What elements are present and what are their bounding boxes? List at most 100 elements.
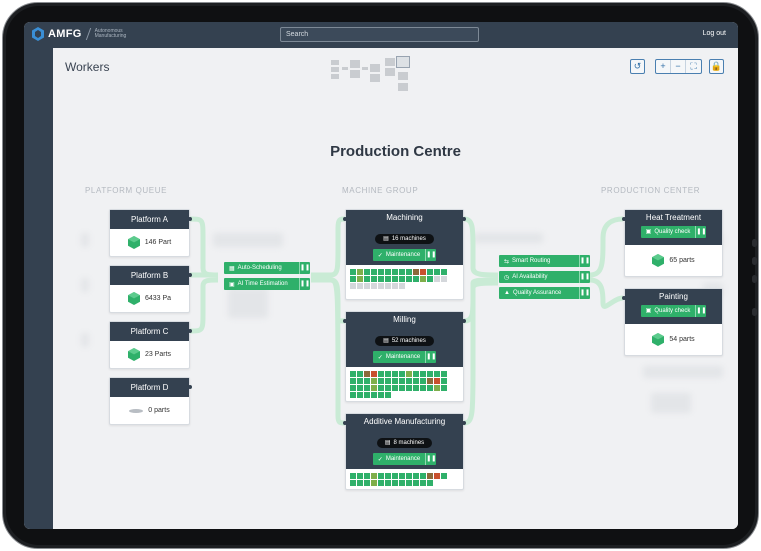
shield-icon: ▲ xyxy=(504,290,510,296)
machine-status-cell xyxy=(357,378,363,384)
machine-status-grid xyxy=(346,469,456,490)
machine-status-cell xyxy=(357,269,363,275)
platform-parts: 23 Parts xyxy=(144,351,172,358)
machine-status-cell xyxy=(357,480,363,486)
side-button xyxy=(752,275,757,283)
ai-time-estimation-button[interactable]: ▣ AI Time Estimation ❚❚ xyxy=(224,278,310,290)
side-button xyxy=(752,257,757,265)
production-center-header: Painting ▣ Quality check ❚❚ xyxy=(625,289,722,324)
brand-logo[interactable]: AMFG Autonomous Manufacturing xyxy=(32,27,135,41)
pause-icon[interactable]: ❚❚ xyxy=(579,271,590,283)
empty-part-icon xyxy=(129,408,144,413)
search-input[interactable]: Search xyxy=(280,27,479,42)
machine-status-cell xyxy=(350,283,356,289)
robot-icon: ▣ xyxy=(229,281,235,288)
machine-status-cell xyxy=(385,480,391,486)
production-center-card[interactable]: Painting ▣ Quality check ❚❚ 54 parts xyxy=(624,288,723,356)
machine-status-cell xyxy=(399,385,405,391)
machine-status-cell xyxy=(399,378,405,384)
machine-group-title: Machining xyxy=(386,213,423,222)
pause-icon[interactable]: ❚❚ xyxy=(425,249,436,261)
machine-icon: ▤ xyxy=(384,440,391,446)
machine-status-cell xyxy=(371,378,377,384)
ai-availability-button[interactable]: ◷ AI Availability ❚❚ xyxy=(499,271,590,283)
maintenance-button[interactable]: ✓ Maintenance ❚❚ xyxy=(372,453,436,465)
maintenance-button[interactable]: ✓ Maintenance ❚❚ xyxy=(372,249,436,261)
brand-tagline: Autonomous Manufacturing xyxy=(94,27,127,39)
action-label: Maintenance xyxy=(385,252,421,258)
machine-status-cell xyxy=(420,385,426,391)
machine-icon: ▤ xyxy=(383,338,389,344)
machine-status-cell xyxy=(413,276,419,282)
smart-routing-button[interactable]: ⇆ Smart Routing ❚❚ xyxy=(499,255,590,267)
platform-card-title: Platform B xyxy=(110,266,189,285)
machine-status-cell xyxy=(413,269,419,275)
platform-card[interactable]: Platform D 0 parts xyxy=(109,377,190,425)
machine-status-cell xyxy=(399,473,405,479)
wrench-icon: ✓ xyxy=(377,354,383,361)
machine-status-cell xyxy=(392,473,398,479)
machine-status-cell xyxy=(357,392,363,398)
quality-assurance-button[interactable]: ▲ Quality Assurance ❚❚ xyxy=(499,287,590,299)
pause-icon[interactable]: ❚❚ xyxy=(695,305,706,317)
machine-count-badge: ▤ 52 machines xyxy=(375,335,434,346)
quality-check-button[interactable]: ▣ Quality check ❚❚ xyxy=(640,305,706,317)
pause-icon[interactable]: ❚❚ xyxy=(579,287,590,299)
part-icon xyxy=(652,333,665,346)
action-label: Maintenance xyxy=(385,354,421,360)
machine-group-title: Milling xyxy=(393,315,416,324)
auto-scheduling-button[interactable]: ▦ Auto-Scheduling ❚❚ xyxy=(224,262,310,274)
wrench-icon: ✓ xyxy=(377,252,383,259)
machine-status-cell xyxy=(371,480,377,486)
machine-icon: ▤ xyxy=(383,236,389,242)
pause-icon[interactable]: ❚❚ xyxy=(695,226,706,238)
machine-status-cell xyxy=(406,473,412,479)
machine-status-cell xyxy=(364,276,370,282)
production-center-parts: 65 parts xyxy=(669,257,695,264)
machine-group-card[interactable]: Machining ▤ 16 machines ✓ Maintenance ❚❚ xyxy=(345,209,464,300)
pause-icon[interactable]: ❚❚ xyxy=(579,255,590,267)
box-icon: ▣ xyxy=(645,308,652,314)
sidebar xyxy=(24,48,53,529)
machine-status-cell xyxy=(371,385,377,391)
machine-status-cell xyxy=(364,392,370,398)
logout-link[interactable]: Log out xyxy=(703,30,726,37)
machine-status-cell xyxy=(392,276,398,282)
machine-status-cell xyxy=(420,378,426,384)
machine-status-cell xyxy=(350,378,356,384)
machine-group-card[interactable]: Milling ▤ 52 machines ✓ Maintenance ❚❚ xyxy=(345,311,464,402)
platform-card[interactable]: Platform C 23 Parts xyxy=(109,321,190,369)
maintenance-button[interactable]: ✓ Maintenance ❚❚ xyxy=(372,351,436,363)
machine-status-cell xyxy=(413,473,419,479)
pause-icon[interactable]: ❚❚ xyxy=(425,453,436,465)
machine-status-cell xyxy=(399,276,405,282)
app-screen: AMFG Autonomous Manufacturing Search Log… xyxy=(24,22,738,529)
machine-group-card[interactable]: Additive Manufacturing ▤ 8 machines ✓ Main… xyxy=(345,413,464,490)
machine-status-cell xyxy=(378,480,384,486)
machine-status-cell xyxy=(420,480,426,486)
action-label: AI Availability xyxy=(512,274,548,280)
machine-group-title: Additive Manufacturing xyxy=(363,417,446,426)
quality-check-button[interactable]: ▣ Quality check ❚❚ xyxy=(640,226,706,238)
pause-icon[interactable]: ❚❚ xyxy=(299,278,310,290)
machine-status-cell xyxy=(413,371,419,377)
platform-card[interactable]: Platform B 6433 Pa xyxy=(109,265,190,313)
machine-status-cell xyxy=(350,392,356,398)
platform-card[interactable]: Platform A 146 Part xyxy=(109,209,190,257)
machine-status-cell xyxy=(420,269,426,275)
pause-icon[interactable]: ❚❚ xyxy=(299,262,310,274)
production-center-card[interactable]: Heat Treatment ▣ Quality check ❚❚ 65 parts xyxy=(624,209,723,277)
machine-count-badge: ▤ 8 machines xyxy=(376,437,433,448)
brand-divider xyxy=(85,28,91,40)
machine-status-cell xyxy=(350,276,356,282)
machine-status-cell xyxy=(420,473,426,479)
pause-icon[interactable]: ❚❚ xyxy=(425,351,436,363)
machine-status-cell xyxy=(420,276,426,282)
machine-status-cell xyxy=(378,392,384,398)
machine-status-cell xyxy=(357,473,363,479)
machine-status-cell xyxy=(406,269,412,275)
side-button xyxy=(752,308,757,316)
machine-status-grid xyxy=(346,367,456,402)
action-label: AI Time Estimation xyxy=(237,281,288,287)
machine-status-cell xyxy=(399,371,405,377)
